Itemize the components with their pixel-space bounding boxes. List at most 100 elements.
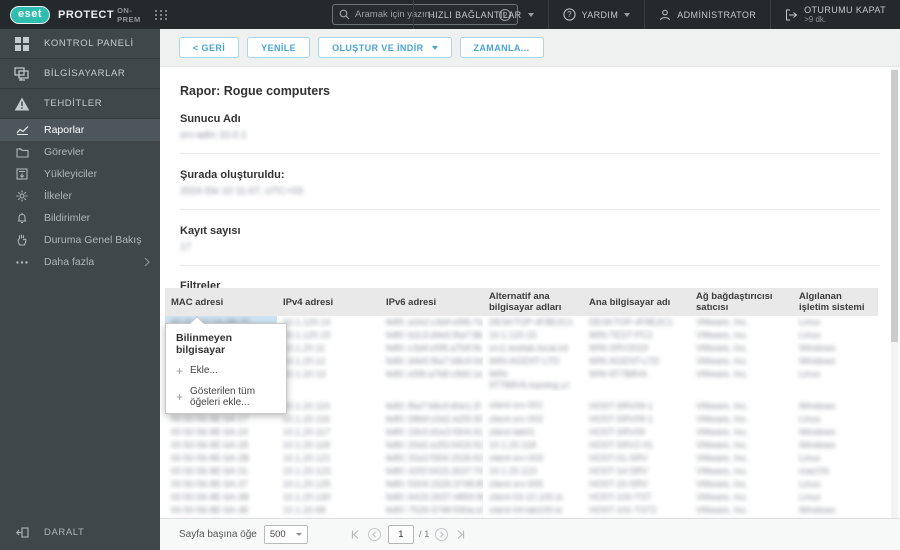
table-cell[interactable]: fe80::20d1:e2f3:0415:52 [380,439,483,452]
table-cell[interactable]: VMware, Inc. [690,465,793,478]
apps-grid-icon[interactable] [154,9,168,20]
last-page-icon[interactable] [452,527,468,543]
table-cell[interactable]: fe80::e5f6:a7b8:c9d0:1e [380,368,483,391]
table-cell[interactable]: VMware, Inc. [690,504,793,517]
table-cell[interactable]: 10.1.20.110 [277,391,380,413]
table-cell[interactable]: 10.1.20.123 [277,465,380,478]
table-cell[interactable]: HOST-100-TST [583,491,690,504]
next-page-icon[interactable] [435,528,449,541]
table-cell[interactable]: WIN-SRV2019 [583,342,690,355]
column-header-ipv6[interactable]: IPv6 adresi [380,288,483,316]
table-cell[interactable]: fe80::a1b2:c3d4:e5f6:7a [380,316,483,329]
table-cell[interactable]: 00-50-56-8E-6A-24 [165,426,277,439]
table-cell[interactable]: Windows [793,342,878,355]
table-cell[interactable]: DESKTOP-4F8E2C1 [483,316,583,329]
sidebar-item-raporlar[interactable]: Raporlar [0,119,160,141]
first-page-icon[interactable] [348,527,364,543]
sidebar-item-kontrol-paneli[interactable]: KONTROL PANELİ [0,29,160,59]
table-row[interactable]: 00-50-56-8E-6A-3B 10.1.20.130 fe80::6415:2… [165,491,878,504]
table-cell[interactable]: client-lab01 [483,426,583,439]
table-cell[interactable]: client-04-lab100.lo [483,504,583,517]
table-cell[interactable]: WIN-TEST-PC2 [583,329,690,342]
schedule-button[interactable]: ZAMANLA... [459,37,544,58]
table-cell[interactable]: 00-50-56-8E-6A-28 [165,439,277,452]
table-cell[interactable]: fe80::d4e5:f6a7:b8c9:0d [380,355,483,368]
column-header-mac[interactable]: MAC adresi [165,288,277,316]
table-cell[interactable]: Linux [793,452,878,465]
table-cell[interactable]: 10.1.20.11 [277,342,380,355]
table-cell[interactable]: 00-50-56-8E-6A-31 [165,465,277,478]
table-cell[interactable]: 00-50-56-8E-6A-2B [165,452,277,465]
column-header-hostname[interactable]: Ana bilgisayar adı [583,288,690,316]
table-cell[interactable]: Linux [793,368,878,391]
table-cell[interactable]: fe80::5304:1526:3748:85 [380,478,483,491]
table-cell[interactable]: srv1.testlab.local.int [483,342,583,355]
table-cell[interactable]: HOST-101-TST2 [583,504,690,517]
table-cell[interactable]: 00-50-56-8E-6A-3B [165,491,277,504]
sidebar-item-yukleyiciler[interactable]: Yükleyiciler [0,163,160,185]
table-cell[interactable]: fe80::f6a7:b8c9:d0e1:2f [380,391,483,413]
table-cell[interactable]: Windows [793,439,878,452]
table-cell[interactable]: HOST-15-SRV [583,478,690,491]
context-menu-item-add-all[interactable]: + Gösterilen tüm öğeleri ekle... [166,381,286,413]
sidebar-item-duruma-genel-bakis[interactable]: Duruma Genel Bakış [0,229,160,251]
user-menu[interactable]: ADMİNİSTRATOR [644,0,770,29]
table-cell[interactable]: VMware, Inc. [690,342,793,355]
table-cell[interactable]: 10.1.20.130 [277,491,380,504]
previous-page-icon[interactable] [367,528,381,541]
table-cell[interactable]: 10.1.20.125 [277,478,380,491]
context-menu-item-add[interactable]: + Ekle... [166,360,286,381]
table-row[interactable]: 00-50-56-8E-6A-31 10.1.20.123 fe80::42f3:0… [165,465,878,478]
sidebar-item-ilkeler[interactable]: İlkeler [0,185,160,207]
quick-links-menu[interactable]: HIZLI BAĞLANTILAR [413,0,547,29]
table-row[interactable]: 00-50-56-8E-6A-2B 10.1.20.121 fe80::31e2:f… [165,452,878,465]
vertical-scrollbar[interactable] [891,68,898,518]
sidebar-item-daha-fazla[interactable]: Daha fazla [0,251,160,273]
table-cell[interactable]: 10.1.20.117 [277,426,380,439]
table-cell[interactable]: Windows [793,355,878,368]
table-cell[interactable]: 10.1.20.121 [277,452,380,465]
table-cell[interactable]: VMware, Inc. [690,368,793,391]
table-cell[interactable]: Linux [793,413,878,426]
scrollbar-thumb[interactable] [891,70,898,342]
table-cell[interactable]: fe80::6415:2637:4859:96 [380,491,483,504]
table-row[interactable]: 00-50-56-8E-6A-24 10.1.20.117 fe80::19c0:d… [165,426,878,439]
table-cell[interactable]: client-srv-001 [483,391,583,413]
table-cell[interactable]: 10.1.20.116 [277,413,380,426]
table-cell[interactable]: 10.1.20.118 [277,439,380,452]
table-cell[interactable]: HOST-SRV09-1 [583,391,690,413]
table-cell[interactable]: 00-50-56-8E-6A-17 [165,413,277,426]
table-row[interactable]: 00-50-56-8E-6A-37 10.1.20.125 fe80::5304:1… [165,478,878,491]
table-cell[interactable]: Linux [793,491,878,504]
table-cell[interactable]: 10.1.120.15 [277,329,380,342]
sidebar-item-tehditler[interactable]: TEHDİTLER [0,89,160,119]
table-cell[interactable]: Linux [793,478,878,491]
table-cell[interactable]: 10.1.20.12 [277,355,380,368]
generate-download-button[interactable]: OLUŞTUR VE İNDİR [318,37,452,58]
table-cell[interactable]: VMware, Inc. [690,426,793,439]
table-cell[interactable]: client-srv-002 [483,413,583,426]
table-cell[interactable]: WIN-AGENT-LTD [483,355,583,368]
table-cell[interactable]: VMware, Inc. [690,452,793,465]
column-header-alt-hostnames[interactable]: Alternatif ana bilgisayar adları [483,288,583,316]
table-cell[interactable]: 10.1.20.123 [483,465,583,478]
table-cell[interactable]: client-srv-003 [483,452,583,465]
table-cell[interactable]: fe80::08b9:c0d1:e2f3:30 [380,413,483,426]
table-cell[interactable]: Linux [793,316,878,329]
table-cell[interactable]: VMware, Inc. [690,413,793,426]
table-row[interactable]: 00-50-56-8E-6A-17 10.1.20.116 fe80::08b9:c… [165,413,878,426]
table-cell[interactable]: VMware, Inc. [690,355,793,368]
back-button[interactable]: < GERİ [179,37,240,58]
table-cell[interactable]: 10.1.120.14 [277,316,380,329]
table-cell[interactable]: WIN-9T7B8V6 [583,368,690,391]
table-cell[interactable]: fe80::7526:3748:590a:a7 [380,504,483,517]
table-cell[interactable]: VMware, Inc. [690,439,793,452]
table-cell[interactable]: 10.1.20.13 [277,368,380,391]
table-cell[interactable]: 10.1.20.118 [483,439,583,452]
table-cell[interactable]: fe80::42f3:0415:2637:74 [380,465,483,478]
table-cell[interactable]: VMware, Inc. [690,329,793,342]
table-cell[interactable]: fe80::b2c3:d4e5:f6a7:8b [380,329,483,342]
table-cell[interactable]: Linux [793,329,878,342]
table-cell[interactable]: fe80::c3d4:e5f6:a7b8:9c [380,342,483,355]
table-cell[interactable]: VMware, Inc. [690,391,793,413]
